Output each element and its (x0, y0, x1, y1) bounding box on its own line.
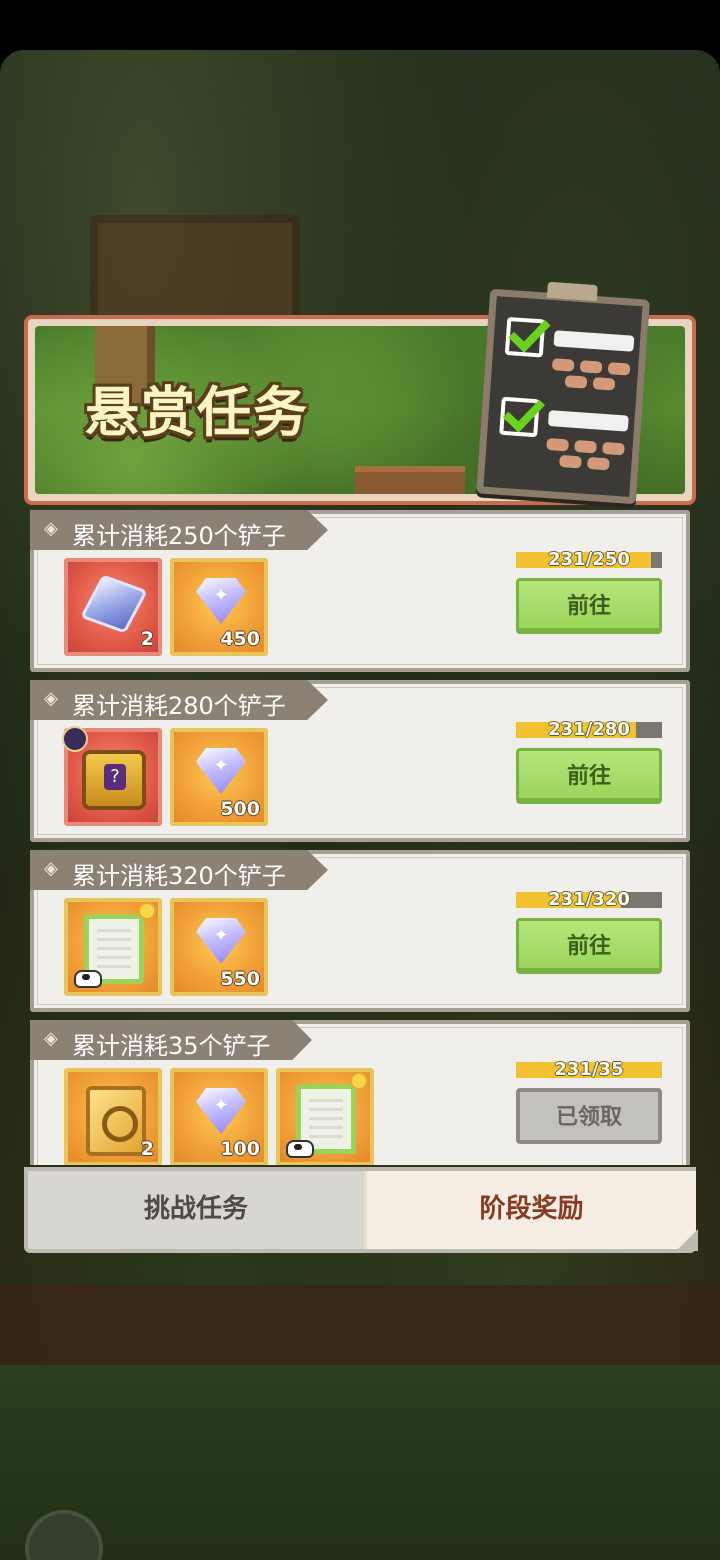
task-title: 累计消耗320个铲子 (72, 862, 286, 890)
task-title: 累计消耗35个铲子 (72, 1032, 271, 1060)
task-card: ◈ 累计消耗280个铲子 ? ✦ 500 231/280 前往 (30, 680, 690, 842)
question-mark-icon: ? (104, 764, 126, 790)
task-card: ◈ 累计消耗250个铲子 2 ✦ 450 231/250 前往 (30, 510, 690, 672)
bounty-task-panel: 悬赏任务 ◈ 累计消耗250个铲子 2 ✦ 450 231/250 前往 ◈ 累… (24, 281, 698, 1253)
sparkle-icon: ✦ (213, 925, 229, 946)
checkmark-icon (499, 396, 540, 438)
chalk-mark (579, 360, 603, 374)
reward-count: 500 (220, 798, 260, 820)
progress-text: 231/35 (554, 1059, 624, 1080)
reward-count: 100 (220, 1138, 260, 1160)
gold-book-icon (86, 1086, 146, 1156)
checklist-board-icon (476, 281, 650, 505)
badge-icon (62, 726, 88, 752)
task-title-tab: ◈ 累计消耗280个铲子 (30, 680, 328, 720)
background-dirt-strip (0, 1285, 720, 1365)
tab-stage-rewards[interactable]: 阶段奖励 (364, 1171, 698, 1251)
background-field (0, 1365, 720, 1560)
reward-item[interactable]: ✦ 100 (170, 1068, 268, 1165)
chalk-mark (546, 437, 570, 452)
reward-item[interactable]: ? (62, 726, 162, 826)
progress-bar: 231/35 (516, 1059, 662, 1080)
banner: 悬赏任务 (24, 281, 696, 505)
chalk-mark (551, 358, 575, 372)
chalk-line (547, 410, 629, 432)
diamond-arrow-icon: ◈ (44, 858, 58, 879)
chalk-mark (592, 377, 616, 391)
progress-bar: 231/320 (516, 889, 662, 910)
crystal-cube-icon (80, 574, 148, 634)
reward-count: 450 (220, 628, 260, 650)
page-title: 悬赏任务 (85, 381, 309, 444)
cow-icon (74, 970, 102, 988)
reward-count: 2 (140, 628, 154, 650)
reward-count: 550 (220, 968, 260, 990)
chalk-mark (559, 454, 582, 469)
tab-challenge-tasks[interactable]: 挑战任务 (28, 1171, 364, 1249)
chalk-mark (574, 439, 597, 454)
diamond-arrow-icon: ◈ (44, 518, 58, 539)
reward-item[interactable]: 2 (64, 558, 162, 656)
diamond-arrow-icon: ◈ (44, 688, 58, 709)
board-clip (546, 281, 598, 302)
checklist-row (503, 316, 643, 396)
chalk-mark (602, 441, 625, 456)
reward-item[interactable]: ✦ 500 (170, 728, 268, 826)
reward-item[interactable] (64, 898, 162, 996)
tab-bar: 挑战任务 阶段奖励 (24, 1167, 698, 1253)
task-list[interactable]: ◈ 累计消耗250个铲子 2 ✦ 450 231/250 前往 ◈ 累计消耗28… (30, 510, 690, 1165)
chalk-mark (587, 456, 610, 471)
task-title-tab: ◈ 累计消耗320个铲子 (30, 850, 328, 890)
sparkle-icon: ✦ (213, 1095, 229, 1116)
progress-text: 231/280 (548, 719, 630, 740)
sparkle-icon: ✦ (213, 755, 229, 776)
reward-item[interactable]: ✦ 450 (170, 558, 268, 656)
checklist-row (497, 396, 637, 476)
chalk-mark (607, 362, 631, 376)
progress-text: 231/250 (548, 549, 630, 570)
reward-item[interactable]: 2 (64, 1068, 162, 1165)
progress-bar: 231/280 (516, 719, 662, 740)
task-title-tab: ◈ 累计消耗250个铲子 (30, 510, 328, 550)
chalk-line (553, 330, 635, 352)
task-title: 累计消耗250个铲子 (72, 522, 286, 550)
task-card: ◈ 累计消耗35个铲子 2 ✦ 100 231/35 已领取 (30, 1020, 690, 1165)
reward-item[interactable]: ✦ 550 (170, 898, 268, 996)
progress-text: 231/320 (548, 889, 630, 910)
mystery-chest-icon: ? (82, 750, 146, 810)
go-button[interactable]: 前往 (516, 748, 662, 804)
fence-icon (355, 466, 465, 494)
task-card: ◈ 累计消耗320个铲子 ✦ 550 231/320 前往 (30, 850, 690, 1012)
task-title: 累计消耗280个铲子 (72, 692, 286, 720)
reward-item[interactable] (276, 1068, 374, 1165)
reward-count: 2 (140, 1138, 154, 1160)
sun-icon (138, 902, 156, 920)
checkmark-icon (504, 316, 546, 358)
cow-icon (286, 1140, 314, 1158)
chalk-mark (564, 375, 588, 389)
task-title-tab: ◈ 累计消耗35个铲子 (30, 1020, 312, 1060)
diamond-arrow-icon: ◈ (44, 1028, 58, 1049)
sparkle-icon: ✦ (213, 585, 229, 606)
claimed-button: 已领取 (516, 1088, 662, 1144)
go-button[interactable]: 前往 (516, 918, 662, 974)
progress-bar: 231/250 (516, 549, 662, 570)
sun-icon (350, 1072, 368, 1090)
go-button[interactable]: 前往 (516, 578, 662, 634)
